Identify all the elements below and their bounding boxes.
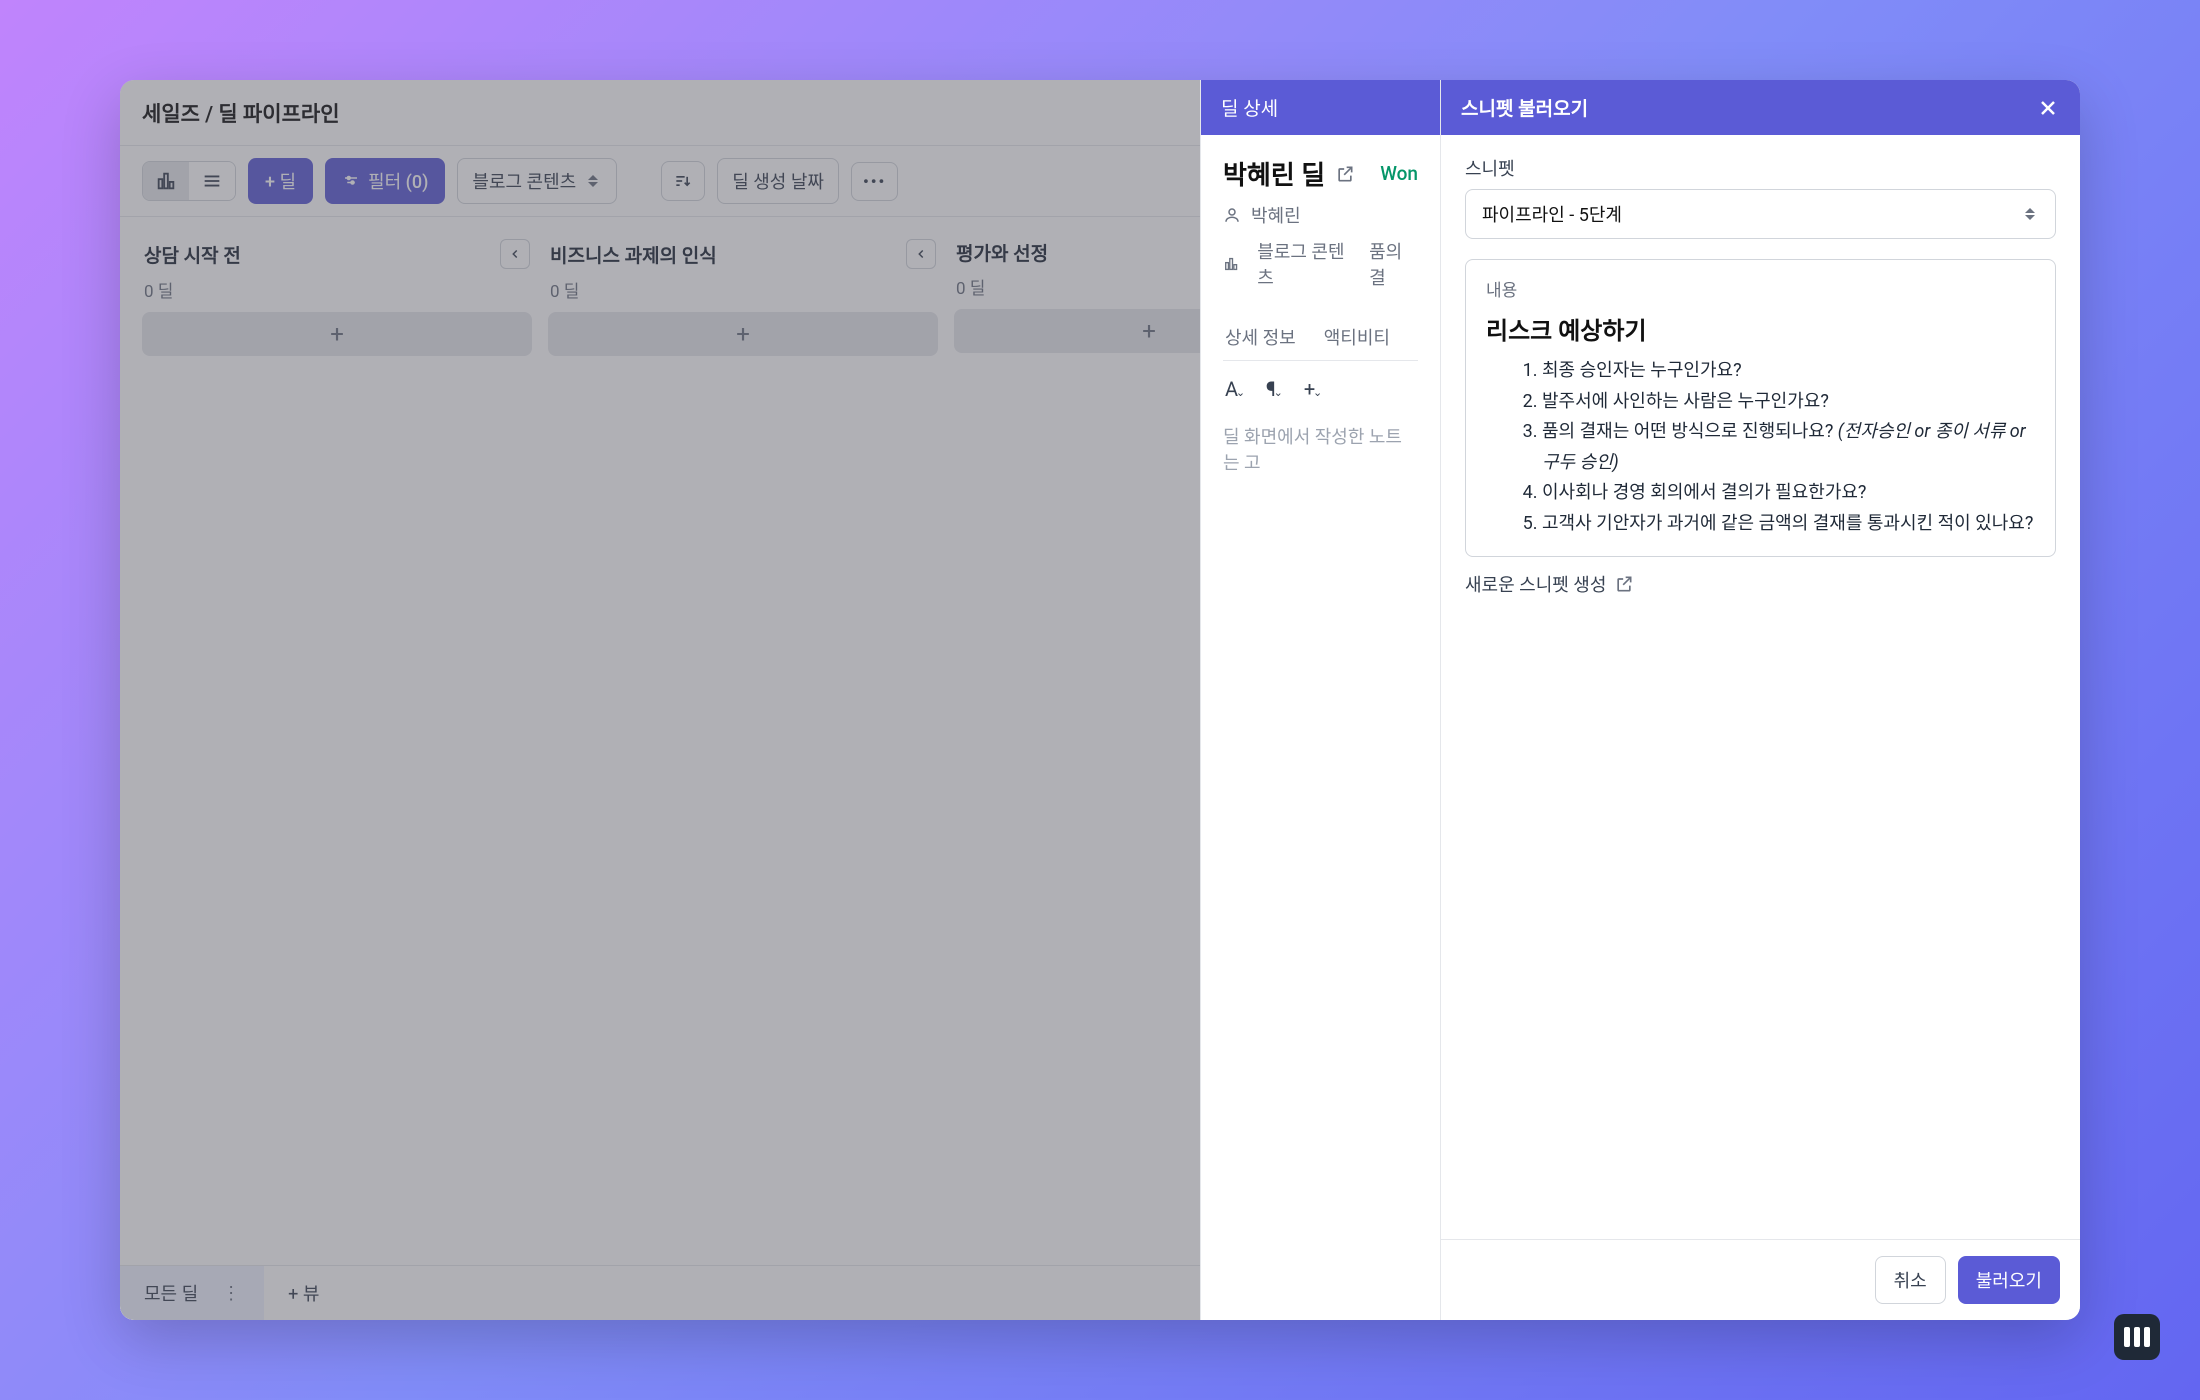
bar-chart-icon [155, 170, 177, 192]
deal-title: 박혜린 딜 [1223, 155, 1325, 192]
column-count: 0 딜 [142, 275, 532, 312]
kanban-column: 비즈니스 과제의 인식 0 딜 + [548, 235, 938, 1259]
tab-all-deals[interactable]: 모든 딜 ⋮ [120, 1266, 264, 1320]
deal-tags-row: 블로그 콘텐츠 품의 결 [1223, 238, 1418, 290]
deal-tab-detail[interactable]: 상세 정보 [1223, 314, 1298, 360]
sort-select[interactable]: 딜 생성 날짜 [717, 158, 839, 204]
external-link-icon [1614, 574, 1634, 594]
deal-detail-panel: 딜 상세 박혜린 딜 Won 박혜린 블로그 콘텐츠 품의 결 상세 정보 액티… [1200, 80, 1440, 1320]
list-item: 최종 승인자는 누구인가요? [1542, 356, 2035, 387]
deal-tabs: 상세 정보 액티비티 [1223, 314, 1418, 361]
filter-label: 필터 (0) [368, 168, 428, 194]
snippet-footer: 취소 불러오기 [1441, 1239, 2080, 1320]
deal-tab-activity[interactable]: 액티비티 [1322, 314, 1392, 360]
content-box-label: 내용 [1486, 276, 2035, 301]
breadcrumb: 세일즈 / 딜 파이프라인 [142, 98, 340, 128]
board-view-button[interactable] [143, 162, 189, 200]
add-card-button[interactable]: + [142, 312, 532, 356]
chevron-left-icon [914, 247, 928, 261]
snippet-panel: 스니펫 불러오기 스니펫 파이프라인 - 5단계 내용 리스크 예상하기 최종 … [1440, 80, 2080, 1320]
paragraph-tool[interactable]: ¶⌄ [1266, 377, 1276, 401]
deal-owner-row: 박혜린 [1223, 202, 1418, 228]
more-actions-button[interactable]: ••• [851, 162, 898, 201]
content-select-value: 블로그 콘텐츠 [472, 168, 576, 194]
snippet-select[interactable]: 파이프라인 - 5단계 [1465, 189, 2056, 239]
tab-menu-icon[interactable]: ⋮ [222, 1283, 240, 1304]
snippet-content-box: 내용 리스크 예상하기 최종 승인자는 누구인가요? 발주서에 사인하는 사람은… [1465, 259, 2056, 557]
tab-add-view[interactable]: + 뷰 [264, 1266, 343, 1320]
column-count: 0 딜 [548, 275, 938, 312]
kanban-column: 상담 시작 전 0 딜 + [142, 235, 532, 1259]
deal-panel-header: 딜 상세 [1201, 80, 1440, 135]
dots-icon: ••• [863, 172, 886, 191]
sort-value: 딜 생성 날짜 [732, 168, 824, 194]
bar-chart-icon [1223, 255, 1239, 273]
list-item: 고객사 기안자가 과거에 같은 금액의 결재를 통과시킨 적이 있나요? [1542, 509, 2035, 540]
confirm-button[interactable]: 불러오기 [1958, 1256, 2060, 1304]
snippet-header: 스니펫 불러오기 [1441, 80, 2080, 135]
list-icon [201, 170, 223, 192]
external-link-icon[interactable] [1335, 164, 1355, 184]
chevron-updown-icon [2025, 208, 2039, 220]
deal-status: Won [1380, 162, 1418, 185]
text-style-tool[interactable]: A⌄ [1225, 377, 1238, 401]
app-window: 세일즈 / 딜 파이프라인 + 딜 필터 (0) 블로그 콘텐츠 [120, 80, 2080, 1320]
column-collapse-button[interactable] [906, 239, 936, 269]
chevron-updown-icon [588, 175, 602, 187]
snippet-select-value: 파이프라인 - 5단계 [1482, 201, 1622, 227]
sort-icon [673, 171, 693, 191]
close-icon[interactable] [2036, 96, 2060, 120]
filter-button[interactable]: 필터 (0) [325, 158, 445, 204]
person-icon [1223, 206, 1241, 224]
chevron-left-icon [508, 247, 522, 261]
list-view-button[interactable] [189, 162, 235, 200]
editor-toolbar: A⌄ ¶⌄ +⌄ [1223, 361, 1418, 417]
new-snippet-label: 새로운 스니펫 생성 [1465, 571, 1606, 597]
list-item: 이사회나 경영 회의에서 결의가 필요한가요? [1542, 478, 2035, 509]
tab-label: + 뷰 [288, 1280, 319, 1306]
sort-direction-button[interactable] [661, 161, 705, 201]
filter-icon [342, 172, 360, 190]
list-item: 발주서에 사인하는 사람은 누구인가요? [1542, 387, 2035, 418]
column-title: 평가와 선정 [956, 239, 1048, 266]
deal-tag[interactable]: 블로그 콘텐츠 [1257, 238, 1351, 290]
list-item: 품의 결재는 어떤 방식으로 진행되나요? (전자승인 or 종이 서류 or … [1542, 417, 2035, 478]
column-collapse-button[interactable] [500, 239, 530, 269]
deal-owner: 박혜린 [1251, 202, 1301, 228]
insert-tool[interactable]: +⌄ [1304, 377, 1315, 401]
snippet-content-title: 리스크 예상하기 [1486, 311, 2035, 346]
snippet-header-title: 스니펫 불러오기 [1461, 94, 1588, 121]
content-select[interactable]: 블로그 콘텐츠 [457, 158, 617, 204]
view-toggle [142, 161, 236, 201]
new-deal-button[interactable]: + 딜 [248, 158, 313, 204]
snippet-content-list: 최종 승인자는 누구인가요? 발주서에 사인하는 사람은 누구인가요? 품의 결… [1486, 356, 2035, 540]
tab-label: 모든 딜 [144, 1280, 198, 1306]
snippet-field-label: 스니펫 [1465, 155, 2056, 181]
add-card-button[interactable]: + [548, 312, 938, 356]
new-snippet-link[interactable]: 새로운 스니펫 생성 [1465, 571, 1634, 597]
column-title: 상담 시작 전 [144, 241, 241, 268]
deal-tag[interactable]: 품의 결 [1369, 238, 1418, 290]
column-title: 비즈니스 과제의 인식 [550, 241, 717, 268]
cancel-button[interactable]: 취소 [1875, 1256, 1946, 1304]
brand-logo[interactable] [2114, 1314, 2160, 1360]
note-placeholder[interactable]: 딜 화면에서 작성한 노트는 고 [1223, 417, 1418, 475]
